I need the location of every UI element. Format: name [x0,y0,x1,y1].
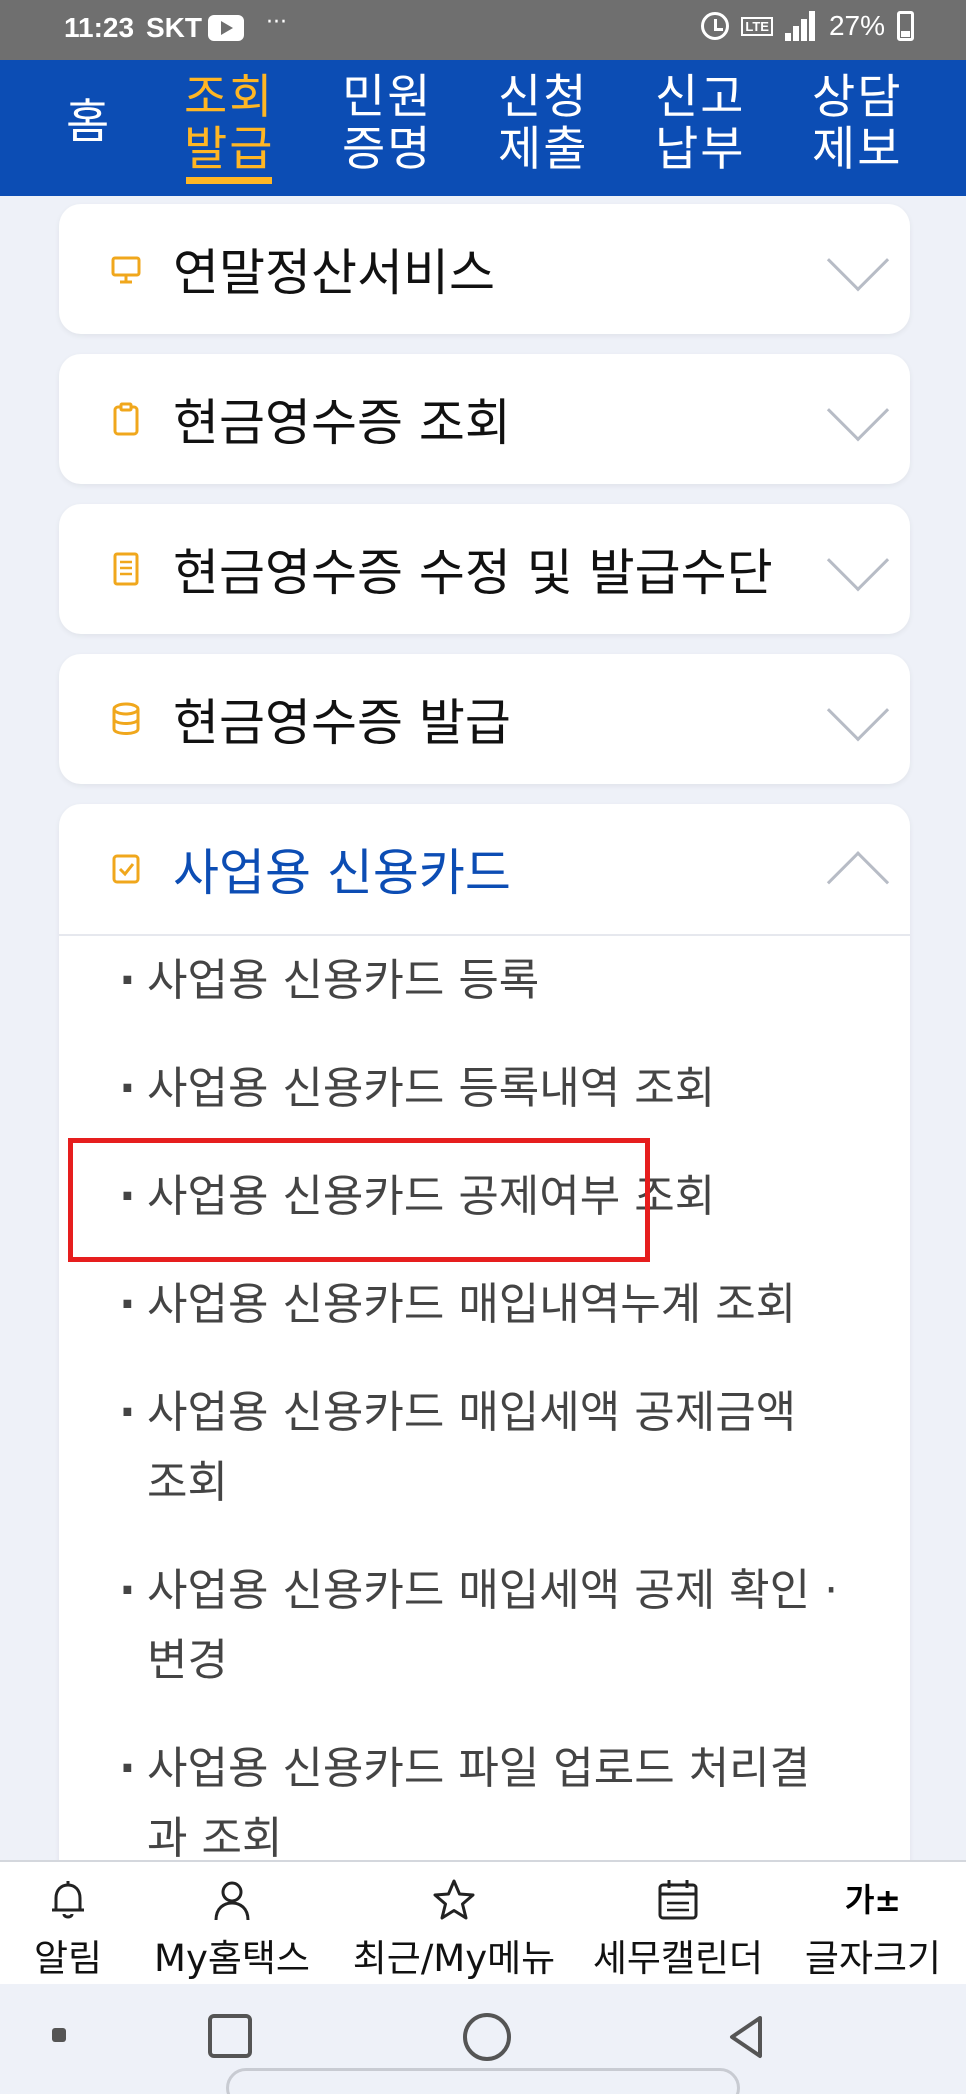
bottom-nav-label: 세무캘린더 [592,1937,764,1980]
back-icon[interactable] [720,2010,774,2064]
bottom-nav-label: 알림 [33,1937,103,1980]
status-carrier: SKT [146,12,202,43]
alarm-icon [701,12,730,40]
lte-icon: LTE [741,16,773,36]
menu-card-title: 현금영수증 수정 및 발급수단 [173,544,773,602]
tab-home-label: 홈 [66,95,112,150]
recents-dot-icon [52,2028,66,2042]
bottom-nav-recent-my-menu[interactable]: 최근/My메뉴 [340,1862,568,1986]
submenu-item-purchase-total[interactable]: 사업용 신용카드 매입내역누계 조회 [59,1270,910,1340]
tab-label-line2: 발급 [184,122,275,177]
bottom-nav: 알림 My홈택스 최근/My메뉴 세무캘린더 가± 글자크기 [0,1860,966,1984]
database-icon [112,702,140,735]
tab-label-line1: 민원 [342,70,433,125]
recent-apps-icon[interactable] [208,2014,252,2058]
submenu-item-tax-deduction-change[interactable]: 사업용 신용카드 매입세액 공제 확인 ·변경 [59,1556,910,1696]
person-icon [214,1881,250,1921]
battery-icon [897,11,914,41]
menu-card-title: 현금영수증 발급 [173,694,511,752]
clipboard-icon [113,402,139,436]
tab-inquiry-issue[interactable]: 조회 발급 [184,70,275,184]
bottom-nav-my-hometax[interactable]: My홈택스 [144,1862,320,1986]
tab-label-line2: 제출 [498,122,589,177]
menu-card-cash-receipt-edit[interactable]: 현금영수증 수정 및 발급수단 [59,504,910,634]
submenu-list: 사업용 신용카드 등록 사업용 신용카드 등록내역 조회 사업용 신용카드 공제… [59,934,910,1860]
tab-label-line1: 신고 [655,70,746,125]
bottom-nav-label: 글자크기 [804,1937,942,1980]
bell-icon [52,1881,84,1919]
top-nav: 홈 조회 발급 민원 증명 신청 제출 신고 납부 상담 제보 [0,60,966,196]
bottom-nav-label: 최근/My메뉴 [352,1937,556,1980]
menu-content: 연말정산서비스 현금영수증 조회 현금영수증 수정 및 발급수단 현금영수증 발… [0,196,966,1860]
submenu-item-file-upload-result[interactable]: 사업용 신용카드 파일 업로드 처리결과 조회 [59,1734,910,1860]
highlight-box [68,1138,650,1262]
bottom-nav-font-size[interactable]: 가± 글자크기 [796,1862,950,1986]
chevron-down-icon[interactable] [826,379,890,442]
submenu-item-register[interactable]: 사업용 신용카드 등록 [59,946,910,1016]
signal-icon [784,11,817,41]
home-icon[interactable] [463,2013,511,2061]
tab-label-line2: 증명 [342,122,433,177]
more-notifications-icon: ··· [266,10,287,35]
bottom-nav-tax-calendar[interactable]: 세무캘린더 [584,1862,772,1986]
calendar-icon [658,1880,698,1920]
gesture-pill [226,2068,740,2094]
star-icon [433,1879,475,1920]
android-nav-bar [0,1984,966,2094]
tab-apply-submit[interactable]: 신청 제출 [498,72,588,176]
tab-label-line2: 제보 [812,122,903,177]
tab-report-pay[interactable]: 신고 납부 [655,72,745,176]
tab-label-line1: 신청 [498,70,589,125]
battery-percent: 27% [828,10,885,41]
status-time: 11:23 [64,12,135,43]
tab-consult-report[interactable]: 상담 제보 [812,72,902,176]
menu-card-title: 사업용 신용카드 [173,844,511,902]
checkbox-icon [112,854,140,884]
monitor-icon [111,256,141,284]
document-icon [113,552,139,586]
menu-card-title: 연말정산서비스 [173,244,495,302]
tab-label-line2: 납부 [655,122,746,177]
chevron-down-icon[interactable] [826,529,890,592]
bottom-nav-label: My홈택스 [154,1937,310,1980]
menu-card-business-credit-card[interactable]: 사업용 신용카드 사업용 신용카드 등록 사업용 신용카드 등록내역 조회 사업… [59,804,910,1860]
youtube-icon [208,15,244,41]
status-bar: 11:23 SKT ··· LTE 27% [0,0,966,60]
menu-card-cash-receipt-issue[interactable]: 현금영수증 발급 [59,654,910,784]
menu-card-year-end-settlement[interactable]: 연말정산서비스 [59,204,910,334]
tab-home[interactable]: 홈 [66,97,111,149]
tab-label-line1: 조회 [184,70,275,125]
font-size-icon: 가± [844,1881,902,1919]
menu-card-title: 현금영수증 조회 [173,394,511,452]
submenu-item-registration-history[interactable]: 사업용 신용카드 등록내역 조회 [59,1054,910,1124]
chevron-down-icon[interactable] [826,679,890,742]
tab-civil-certificate[interactable]: 민원 증명 [342,72,432,176]
tab-label-line1: 상담 [812,70,903,125]
bottom-nav-notifications[interactable]: 알림 [16,1862,120,1986]
menu-card-cash-receipt-inquiry[interactable]: 현금영수증 조회 [59,354,910,484]
chevron-down-icon[interactable] [826,229,890,292]
submenu-item-tax-deduction-amount[interactable]: 사업용 신용카드 매입세액 공제금액 조회 [59,1378,910,1518]
chevron-up-icon[interactable] [826,851,890,914]
